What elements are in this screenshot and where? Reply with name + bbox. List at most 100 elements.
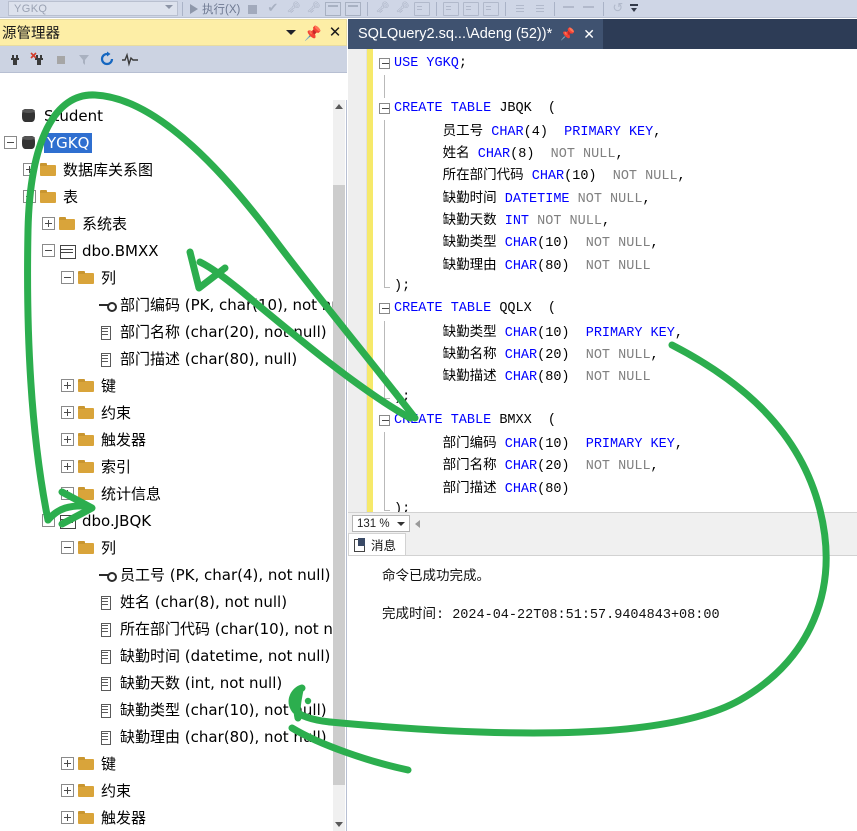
tree-node[interactable]: 员工号 (PK, char(4), not null) (0, 561, 333, 588)
collapse-icon[interactable] (42, 514, 55, 527)
code-token: CHAR (504, 347, 538, 363)
database-selector[interactable]: YGKQ (8, 1, 178, 16)
outdent-icon[interactable] (532, 2, 548, 16)
tree-node[interactable]: 列 (0, 264, 333, 291)
generate-script-icon[interactable] (414, 1, 431, 16)
expand-icon[interactable] (61, 406, 74, 419)
tree-node[interactable]: 姓名 (char(8), not null) (0, 588, 333, 615)
collapse-icon[interactable] (379, 58, 390, 69)
tree-node[interactable]: 部门描述 (char(80), null) (0, 345, 333, 372)
tree-node[interactable]: 键 (0, 750, 333, 777)
results-grid-icon[interactable] (345, 1, 362, 16)
collapse-icon[interactable] (23, 190, 36, 203)
include-plan-icon[interactable] (325, 1, 342, 16)
tree-node[interactable]: dbo.JBQK (0, 507, 333, 534)
code-token: DATETIME (504, 191, 570, 207)
expand-icon[interactable] (42, 217, 55, 230)
collapse-icon[interactable] (61, 541, 74, 554)
tab-messages[interactable]: 消息 (348, 533, 407, 555)
tab-sqlquery2[interactable]: SQLQuery2.sq...\Adeng (52))* 📌 ✕ (348, 19, 603, 49)
tree-node[interactable]: 约束 (0, 399, 333, 426)
close-icon[interactable]: ✕ (583, 26, 595, 43)
refresh-icon[interactable] (95, 48, 118, 70)
tree-node[interactable]: Student (0, 102, 333, 129)
results-to-file-icon[interactable] (483, 1, 500, 16)
help-icon[interactable] (610, 0, 626, 16)
client-statistics-icon[interactable] (394, 1, 410, 16)
activity-monitor-icon[interactable] (118, 48, 141, 70)
tree-node[interactable]: 部门编码 (PK, char(10), not null) (0, 291, 333, 318)
expand-icon[interactable] (61, 811, 74, 824)
collapse-icon[interactable] (42, 244, 55, 257)
tree-node[interactable]: 表 (0, 183, 333, 210)
filter-icon[interactable] (72, 48, 95, 70)
stop-icon[interactable] (49, 48, 72, 70)
tree-node[interactable]: 触发器 (0, 804, 333, 831)
parse-check-icon[interactable] (265, 0, 281, 16)
lock-check-icon[interactable] (305, 1, 321, 16)
code-token: NOT NULL (585, 236, 651, 252)
tree-node-label: dbo.BMXX (82, 241, 159, 260)
tree-node[interactable]: 索引 (0, 453, 333, 480)
collapse-icon[interactable] (379, 102, 390, 114)
stop-icon[interactable] (245, 2, 261, 16)
expand-icon[interactable] (61, 784, 74, 797)
tree-node[interactable]: dbo.BMXX (0, 237, 333, 264)
query-options-icon[interactable] (374, 1, 390, 16)
object-explorer-tree[interactable]: Student YGKQ 数据库关系图表系统表 dbo.BMXX 列部门编码 (PK, … (0, 100, 333, 831)
tree-node[interactable]: 列 (0, 534, 333, 561)
tree-node[interactable]: 缺勤类型 (char(10), not null) (0, 696, 333, 723)
tree-node[interactable]: YGKQ (0, 129, 333, 156)
tree-node[interactable]: 缺勤理由 (char(80), not null) (0, 723, 333, 750)
collapse-icon[interactable] (61, 271, 74, 284)
disconnect-icon[interactable] (26, 48, 49, 70)
expand-icon[interactable] (61, 379, 74, 392)
tree-node[interactable]: 触发器 (0, 426, 333, 453)
tree-node[interactable]: 缺勤时间 (datetime, not null) (0, 642, 333, 669)
scroll-left-icon[interactable] (410, 513, 424, 535)
tree-vertical-scrollbar[interactable] (333, 100, 345, 831)
code-text[interactable]: USE YGKQ; CREATE TABLE JBQK ( 员工号 CHAR(4)… (378, 49, 857, 512)
zoom-selector[interactable]: 131 % (352, 515, 410, 532)
overflow-icon[interactable] (628, 0, 640, 18)
code-token: CHAR (504, 481, 538, 497)
expand-icon[interactable] (61, 487, 74, 500)
scroll-up-icon[interactable] (333, 100, 345, 113)
specify-values-icon[interactable] (463, 1, 480, 16)
tree-node[interactable]: 约束 (0, 777, 333, 804)
tree-node[interactable]: 所在部门代码 (char(10), not null) (0, 615, 333, 642)
panel-menu-button[interactable] (280, 22, 302, 44)
collapse-icon[interactable] (379, 303, 390, 315)
tree-node[interactable]: 缺勤天数 (int, not null) (0, 669, 333, 696)
database-icon (20, 108, 39, 124)
tree-node[interactable]: 数据库关系图 (0, 156, 333, 183)
tree-node-label: 缺勤类型 (char(10), not null) (120, 701, 327, 719)
scrollbar-thumb[interactable] (333, 185, 345, 785)
tree-node[interactable]: 统计信息 (0, 480, 333, 507)
connect-icon[interactable] (3, 48, 26, 70)
comment-icon[interactable] (561, 2, 577, 16)
design-query-icon[interactable] (443, 1, 460, 16)
primary-key-icon (96, 297, 117, 313)
expand-icon[interactable] (61, 757, 74, 770)
expand-icon[interactable] (61, 460, 74, 473)
collapse-icon[interactable] (379, 414, 390, 426)
expand-icon[interactable] (23, 163, 36, 176)
execute-button[interactable]: 执行(X) (187, 0, 243, 18)
uncomment-icon[interactable] (581, 2, 597, 16)
tree-node[interactable]: 系统表 (0, 210, 333, 237)
pin-icon[interactable]: 📌 (560, 27, 575, 41)
scroll-down-icon[interactable] (333, 818, 345, 831)
close-icon[interactable]: ✕ (324, 22, 346, 44)
code-editor[interactable]: USE YGKQ; CREATE TABLE JBQK ( 员工号 CHAR(4)… (348, 49, 857, 512)
pin-icon[interactable]: 📌 (302, 22, 324, 44)
tree-node[interactable]: 键 (0, 372, 333, 399)
collapse-icon[interactable] (4, 136, 17, 149)
lock-icon[interactable] (285, 1, 301, 16)
expand-icon[interactable] (61, 433, 74, 446)
fold-guide-line (384, 432, 385, 455)
tree-node[interactable]: 部门名称 (char(20), not null) (0, 318, 333, 345)
indent-icon[interactable] (512, 2, 528, 16)
